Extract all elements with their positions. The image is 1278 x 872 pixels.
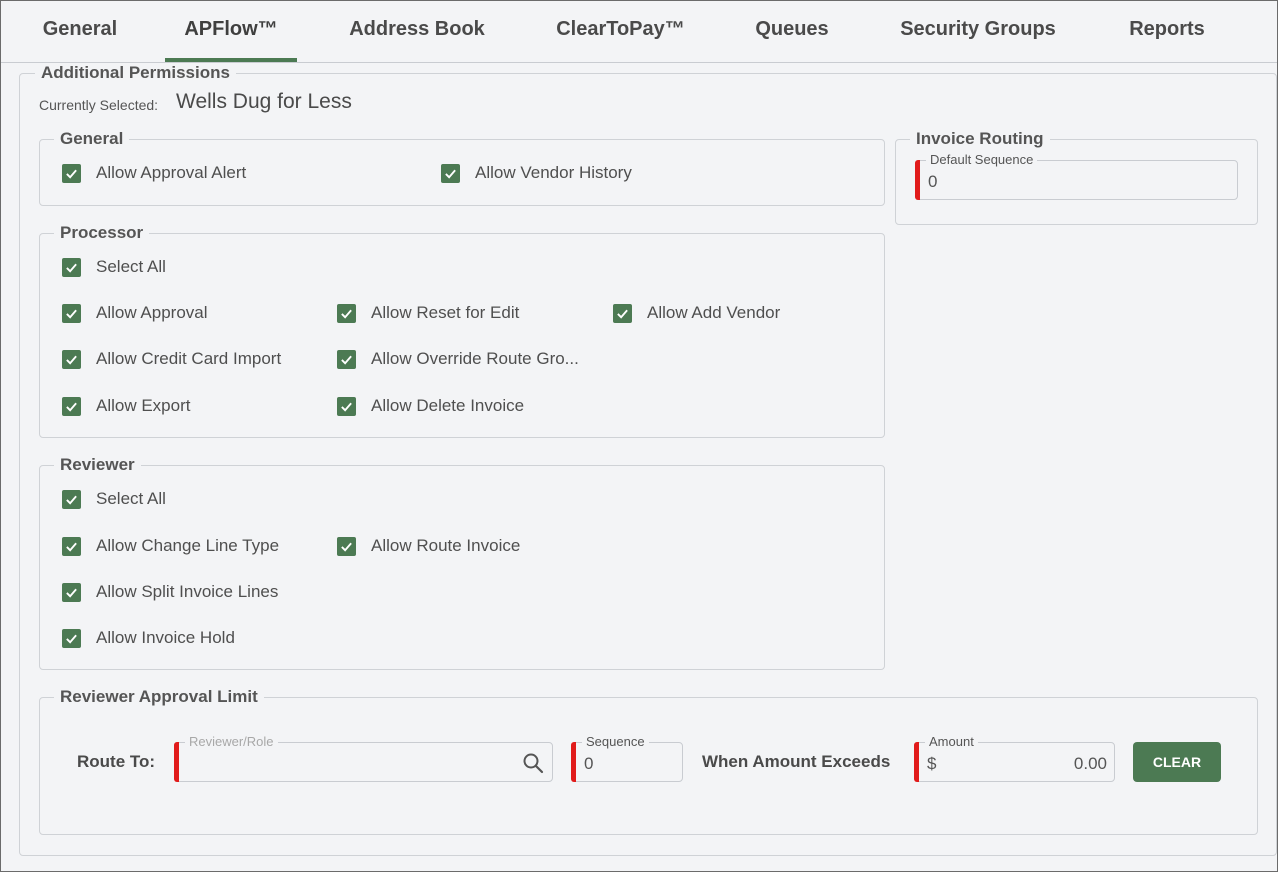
checkbox-label: Allow Invoice Hold	[96, 628, 235, 647]
invoice-routing-title: Invoice Routing	[910, 129, 1050, 149]
allow-approval-alert-checkbox[interactable]: Allow Approval Alert	[62, 162, 246, 184]
checkbox-checked-icon	[337, 349, 356, 369]
checkbox-checked-icon	[62, 303, 81, 323]
default-sequence-label: Default Sequence	[926, 152, 1038, 168]
checkbox-checked-icon	[337, 303, 356, 323]
allow-export-checkbox[interactable]: Allow Export	[62, 395, 190, 417]
default-sequence-field[interactable]: Default Sequence 0	[915, 152, 1238, 200]
checkbox-label: Allow Add Vendor	[647, 303, 781, 322]
processor-select-all-checkbox[interactable]: Select All	[62, 256, 166, 278]
tab-cleartopay[interactable]: ClearToPay™	[553, 18, 688, 62]
checkbox-label: Allow Vendor History	[475, 163, 632, 182]
allow-override-route-group-checkbox[interactable]: Allow Override Route Gro...	[337, 348, 579, 370]
tab-apflow[interactable]: APFlow™	[165, 18, 297, 62]
tab-bar: General APFlow™ Address Book ClearToPay™…	[1, 0, 1277, 63]
default-sequence-value: 0	[928, 172, 938, 191]
sequence-label: Sequence	[582, 734, 649, 750]
checkbox-checked-icon	[62, 489, 81, 509]
checkbox-label: Select All	[96, 257, 166, 276]
tab-queues[interactable]: Queues	[752, 18, 832, 62]
allow-change-line-type-checkbox[interactable]: Allow Change Line Type	[62, 535, 279, 557]
checkbox-checked-icon	[62, 349, 81, 369]
checkbox-label: Allow Approval Alert	[96, 163, 247, 182]
checkbox-checked-icon	[62, 628, 81, 648]
allow-credit-card-import-checkbox[interactable]: Allow Credit Card Import	[62, 348, 281, 370]
when-amount-exceeds-label: When Amount Exceeds	[702, 752, 891, 771]
allow-vendor-history-checkbox[interactable]: Allow Vendor History	[441, 162, 632, 184]
reviewer-select-all-checkbox[interactable]: Select All	[62, 488, 166, 510]
checkbox-label: Allow Export	[96, 396, 191, 415]
checkbox-label: Allow Approval	[96, 303, 208, 322]
reviewer-role-placeholder: Reviewer/Role	[185, 734, 278, 750]
approval-limit-title: Reviewer Approval Limit	[54, 687, 264, 707]
tab-general[interactable]: General	[38, 18, 122, 62]
general-title: General	[54, 129, 130, 149]
checkbox-checked-icon	[62, 582, 81, 602]
amount-input[interactable]: Amount $ 0.00	[914, 734, 1115, 782]
amount-value: 0.00	[1073, 754, 1107, 773]
allow-approval-checkbox[interactable]: Allow Approval	[62, 302, 208, 324]
checkbox-label: Allow Credit Card Import	[96, 349, 282, 368]
required-indicator	[571, 742, 576, 782]
checkbox-checked-icon	[62, 396, 81, 416]
tab-reports[interactable]: Reports	[1125, 18, 1209, 62]
section-title: Additional Permissions	[35, 63, 236, 83]
tab-address-book[interactable]: Address Book	[346, 18, 488, 62]
currency-symbol: $	[927, 754, 937, 773]
sequence-input[interactable]: Sequence 0	[571, 734, 683, 782]
search-icon[interactable]	[522, 752, 544, 774]
required-indicator	[915, 160, 920, 200]
checkbox-label: Allow Reset for Edit	[371, 303, 520, 322]
clear-button[interactable]: CLEAR	[1133, 742, 1221, 782]
currently-selected-value: Wells Dug for Less	[176, 90, 352, 113]
checkbox-checked-icon	[337, 536, 356, 556]
checkbox-label: Allow Split Invoice Lines	[96, 582, 279, 601]
processor-title: Processor	[54, 223, 150, 243]
currently-selected-label: Currently Selected:	[39, 97, 159, 113]
checkbox-checked-icon	[62, 257, 81, 277]
checkbox-label: Allow Override Route Gro...	[371, 349, 579, 368]
checkbox-checked-icon	[441, 163, 460, 183]
checkbox-checked-icon	[62, 536, 81, 556]
allow-split-invoice-lines-checkbox[interactable]: Allow Split Invoice Lines	[62, 581, 278, 603]
required-indicator	[914, 742, 919, 782]
reviewer-title: Reviewer	[54, 455, 141, 475]
checkbox-label: Select All	[96, 489, 166, 508]
amount-label: Amount	[925, 734, 978, 750]
sequence-value: 0	[584, 754, 594, 773]
checkbox-checked-icon	[613, 303, 632, 323]
checkbox-label: Allow Route Invoice	[371, 536, 521, 555]
reviewer-role-input[interactable]: Reviewer/Role	[174, 734, 553, 782]
allow-reset-for-edit-checkbox[interactable]: Allow Reset for Edit	[337, 302, 519, 324]
allow-route-invoice-checkbox[interactable]: Allow Route Invoice	[337, 535, 520, 557]
checkbox-checked-icon	[337, 396, 356, 416]
tab-security-groups[interactable]: Security Groups	[897, 18, 1059, 62]
required-indicator	[174, 742, 179, 782]
route-to-label: Route To:	[77, 752, 156, 771]
checkbox-checked-icon	[62, 163, 81, 183]
allow-delete-invoice-checkbox[interactable]: Allow Delete Invoice	[337, 395, 524, 417]
checkbox-label: Allow Change Line Type	[96, 536, 280, 555]
checkbox-label: Allow Delete Invoice	[371, 396, 525, 415]
allow-add-vendor-checkbox[interactable]: Allow Add Vendor	[613, 302, 780, 324]
allow-invoice-hold-checkbox[interactable]: Allow Invoice Hold	[62, 627, 235, 649]
